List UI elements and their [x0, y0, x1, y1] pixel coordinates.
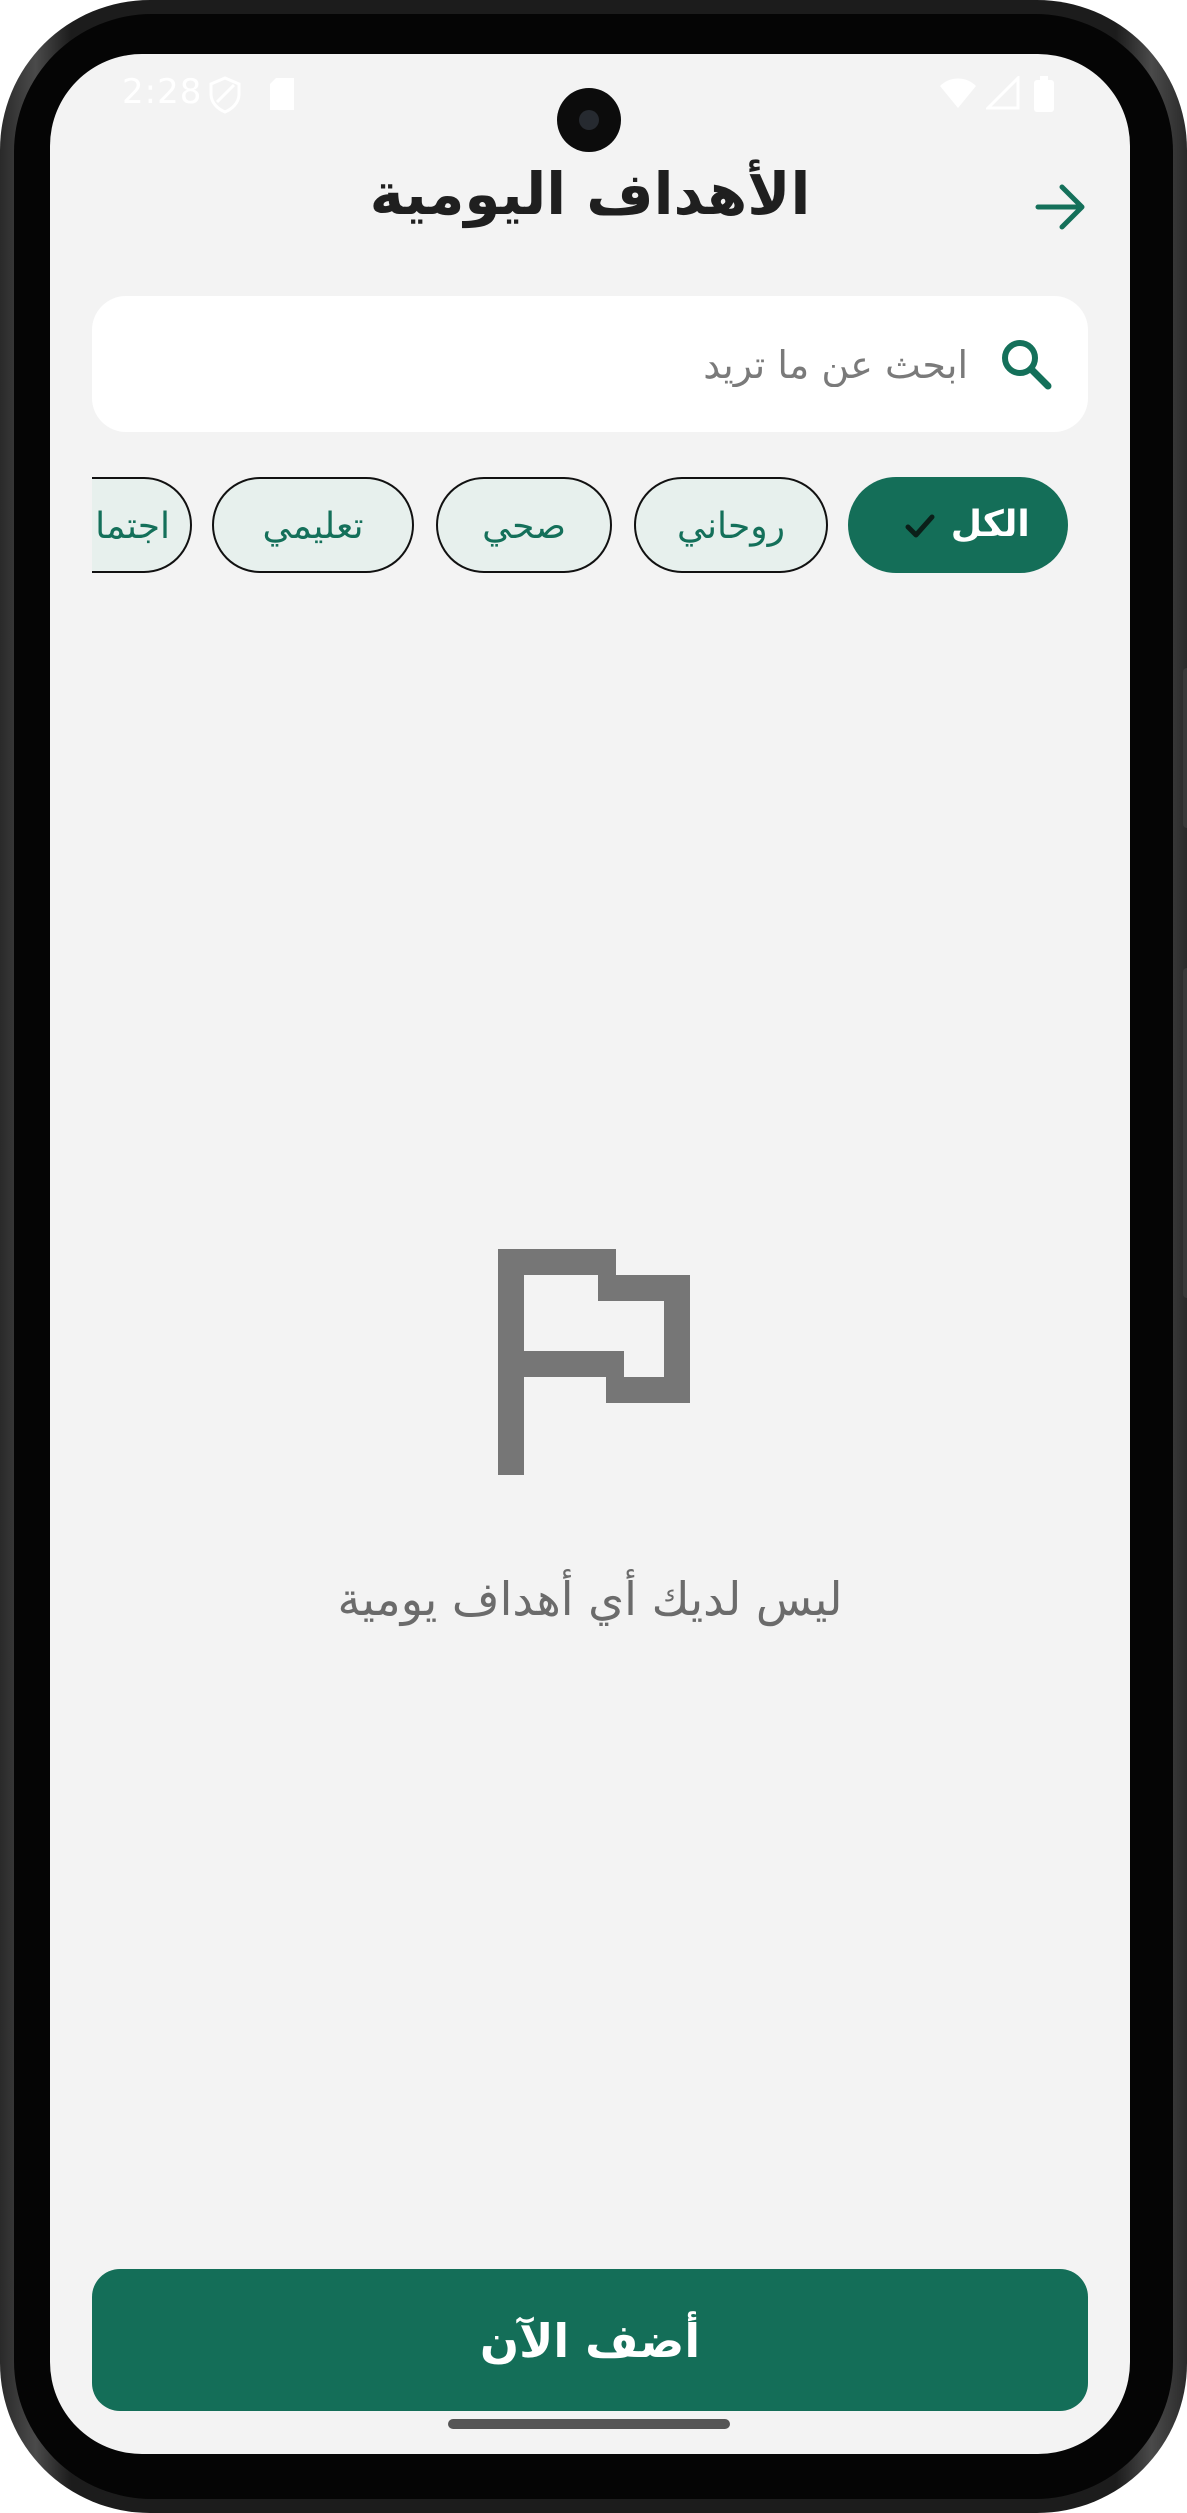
chip-educational-label: تعليمي: [262, 506, 364, 547]
chip-all[interactable]: الكل: [848, 477, 1068, 573]
volume-button: [1183, 668, 1187, 828]
chip-all-label: الكل: [950, 504, 1030, 545]
flag-icon: [498, 1249, 690, 1475]
chip-social-label: اجتماعي: [92, 506, 170, 547]
signal-icon: [986, 76, 1020, 110]
phone-frame: 2:28 الأهداف اليومية ابحث عن ما تريد الك…: [0, 0, 1187, 2513]
chip-health-label: صحي: [482, 506, 566, 547]
front-camera: [557, 88, 621, 152]
arrow-right-icon[interactable]: [1026, 172, 1096, 242]
home-indicator[interactable]: [448, 2419, 730, 2429]
shield-icon: [209, 76, 241, 114]
add-now-button[interactable]: أضف الآن: [92, 2269, 1088, 2411]
chip-social[interactable]: اجتماعي: [92, 477, 192, 573]
empty-state-message: ليس لديك أي أهداف يومية: [337, 1572, 843, 1626]
search-icon[interactable]: [998, 336, 1054, 392]
battery-icon: [1034, 76, 1054, 112]
chip-educational[interactable]: تعليمي: [212, 477, 414, 573]
page-title: الأهداف اليومية: [369, 160, 811, 228]
check-icon: [905, 514, 935, 538]
wifi-icon: [940, 78, 976, 108]
chip-spiritual-label: روحاني: [676, 506, 786, 547]
chip-spiritual[interactable]: روحاني: [634, 477, 828, 573]
filter-chips: الكل روحاني صحي تعليمي اجتماعي: [92, 477, 1108, 577]
app-screen: 2:28 الأهداف اليومية ابحث عن ما تريد الك…: [50, 54, 1130, 2454]
search-input[interactable]: [146, 326, 970, 404]
status-time: 2:28: [122, 72, 203, 112]
power-button: [1183, 968, 1187, 1298]
search-bar[interactable]: [92, 296, 1088, 432]
chip-health[interactable]: صحي: [436, 477, 612, 573]
sd-card-icon: [270, 78, 294, 110]
